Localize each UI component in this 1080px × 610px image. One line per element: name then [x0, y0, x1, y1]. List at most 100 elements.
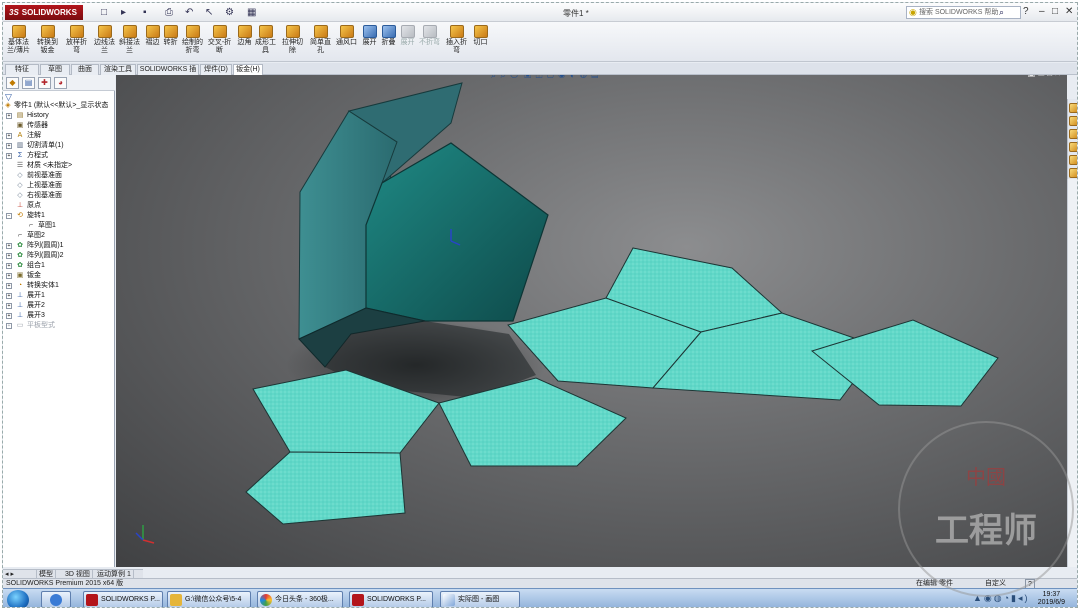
new-document-icon[interactable]: □ [101, 7, 107, 18]
taskbar-item-folder[interactable]: G:\微信公众号\5-4 [167, 591, 251, 607]
tree-item-circular-pattern2[interactable]: + ✿ 阵列(圆周)2 [3, 251, 117, 261]
tree-item-right-plane[interactable]: ◇ 右视基准面 [3, 191, 117, 201]
tree-item-flat-pattern[interactable]: + ▭ 平板型式 [3, 321, 117, 331]
feature-manager-tab-icon[interactable]: ◆ [6, 77, 19, 89]
expand-icon[interactable]: + [6, 143, 12, 149]
expand-icon[interactable]: + [6, 263, 12, 269]
watermark-top-text: 中國 [966, 465, 1006, 489]
plane-icon: ◇ [17, 192, 23, 199]
sketch-icon: ⌐ [28, 222, 34, 229]
collapse-icon[interactable]: − [6, 213, 12, 219]
tree-root[interactable]: ◈ 零件1 (默认<<默认>_显示状态 [3, 101, 117, 111]
tree-item-material[interactable]: ☰ 材质 <未指定> [3, 161, 117, 171]
tab-solidworks-addins[interactable]: SOLIDWORKS 插件 [137, 64, 199, 83]
plane-icon: ◇ [17, 182, 23, 189]
solidworks-logo[interactable]: 3S SOLIDWORKS [5, 5, 83, 20]
expand-icon[interactable]: + [6, 273, 12, 279]
appearances-icon[interactable] [1069, 155, 1077, 165]
convert-to-sheetmetal-button[interactable]: 转换到钣金 [34, 25, 61, 61]
tree-item-sensors[interactable]: ▣ 传感器 [3, 121, 117, 131]
resources-icon[interactable] [1069, 103, 1077, 113]
flat-pentagon-bottom[interactable] [245, 451, 406, 525]
expand-icon[interactable]: + [6, 133, 12, 139]
cross-break-button[interactable]: 交叉-折断 [206, 25, 233, 61]
expand-icon[interactable]: + [6, 243, 12, 249]
taskbar-item-app[interactable] [41, 591, 71, 607]
search-placeholder: 搜索 SOLIDWORKS 帮助 [919, 9, 999, 16]
tree-item-sheetmetal[interactable]: + ▣ 钣金 [3, 271, 117, 281]
maximize-icon[interactable]: □ [1052, 6, 1058, 17]
no-bends-button[interactable]: 不折弯 [416, 25, 443, 61]
tree-item-convert-solid1[interactable]: + ◔ 转换实体1 [3, 281, 117, 291]
lofted-bend-button[interactable]: 放样折弯 [63, 25, 90, 61]
search-icon[interactable]: ⌕ [999, 7, 1004, 18]
tab-render-tools[interactable]: 渲染工具 [100, 64, 136, 75]
minimize-icon[interactable]: – [1039, 6, 1045, 17]
print-icon[interactable]: ⎙ [165, 7, 173, 18]
tab-sheet-metal[interactable]: 钣金(H) [233, 64, 263, 75]
feature-manager-panel: ◆ ▤ ✚ ◕ ▽ ◈ 零件1 (默认<<默认>_显示状态 + ▤ History ▣… [3, 75, 115, 567]
tree-item-combine1[interactable]: + ✿ 组合1 [3, 261, 117, 271]
tree-item-revolve1[interactable]: − ⟲ 旋转1 [3, 211, 117, 221]
open-document-icon[interactable]: ▸ [121, 7, 126, 18]
custom-properties-icon[interactable] [1069, 168, 1077, 178]
close-icon[interactable]: ✕ [1065, 6, 1073, 17]
taskbar-clock[interactable]: 19:37 2019/6/9 [1038, 591, 1065, 607]
jog-icon [163, 25, 178, 38]
corners-icon [237, 25, 252, 38]
configuration-manager-tab-icon[interactable]: ✚ [38, 77, 51, 89]
insert-bends-button[interactable]: 插入折弯 [443, 25, 470, 61]
simple-hole-button[interactable]: 简单直孔 [307, 25, 334, 61]
grid-icon[interactable]: ▦ [247, 7, 256, 18]
tab-weldments[interactable]: 焊件(D) [200, 64, 232, 75]
expand-icon[interactable]: + [6, 303, 12, 309]
base-flange-button[interactable]: 基体法兰/薄片 [5, 25, 32, 61]
expand-icon[interactable]: + [6, 113, 12, 119]
expand-icon[interactable]: + [6, 293, 12, 299]
forming-tool-button[interactable]: 成形工具 [252, 25, 279, 61]
tree-item-top-plane[interactable]: ◇ 上视基准面 [3, 181, 117, 191]
taskbar-item-paint[interactable]: 实际图 - 画图 [440, 591, 520, 607]
extruded-cut-button[interactable]: 拉伸切除 [279, 25, 306, 61]
tree-item-flatten1[interactable]: + ⊥ 展开1 [3, 291, 117, 301]
design-library-icon[interactable] [1069, 116, 1077, 126]
expand-icon[interactable]: + [6, 313, 12, 319]
rip-button[interactable]: 切口 [467, 25, 494, 61]
file-explorer-icon[interactable] [1069, 129, 1077, 139]
tree-item-equations[interactable]: + Σ 方程式 [3, 151, 117, 161]
tree-item-circular-pattern1[interactable]: + ✿ 阵列(圆周)1 [3, 241, 117, 251]
expand-icon[interactable]: + [6, 323, 12, 329]
expand-icon[interactable]: + [6, 153, 12, 159]
help-icon[interactable]: ? [1023, 6, 1029, 17]
tree-item-history[interactable]: + ▤ History [3, 111, 117, 121]
options-icon[interactable]: ⚙ [225, 7, 234, 18]
start-button[interactable] [7, 590, 29, 607]
taskbar-item-solidworks-2[interactable]: SOLIDWORKS P... [349, 591, 433, 607]
tab-surfaces[interactable]: 曲面 [71, 64, 99, 75]
tree-item-flatten3[interactable]: + ⊥ 展开3 [3, 311, 117, 321]
select-icon[interactable]: ↖ [205, 7, 213, 18]
tree-item-sketch1[interactable]: ⌐ 草图1 [3, 221, 117, 231]
property-manager-tab-icon[interactable]: ▤ [22, 77, 35, 89]
view-palette-icon[interactable] [1069, 142, 1077, 152]
save-icon[interactable]: ▪ [143, 7, 147, 18]
tree-item-cut-list[interactable]: + ▥ 切割清单(1) [3, 141, 117, 151]
tab-sketch[interactable]: 草图 [40, 64, 70, 75]
expand-icon[interactable]: + [6, 253, 12, 259]
tree-item-sketch2[interactable]: ⌐ 草图2 [3, 231, 117, 241]
tree-item-flatten2[interactable]: + ⊥ 展开2 [3, 301, 117, 311]
edge-flange-button[interactable]: 边线法兰 [91, 25, 118, 61]
tree-item-origin[interactable]: ⊥ 原点 [3, 201, 117, 211]
sketched-bend-button[interactable]: 绘制的折弯 [179, 25, 206, 61]
undo-icon[interactable]: ↶ [185, 7, 193, 18]
tree-item-front-plane[interactable]: ◇ 前视基准面 [3, 171, 117, 181]
taskbar-item-solidworks-1[interactable]: SOLIDWORKS P... [83, 591, 163, 607]
panel-tabs: ◆ ▤ ✚ ◕ [3, 75, 115, 91]
pattern-icon: ✿ [17, 252, 23, 259]
taskbar-item-browser[interactable]: 今日头条 - 360极... [257, 591, 343, 607]
display-manager-tab-icon[interactable]: ◕ [54, 77, 67, 89]
folder-icon [170, 594, 182, 606]
expand-icon[interactable]: + [6, 283, 12, 289]
tree-item-annotations[interactable]: + A 注解 [3, 131, 117, 141]
tab-features[interactable]: 特征 [5, 64, 39, 75]
